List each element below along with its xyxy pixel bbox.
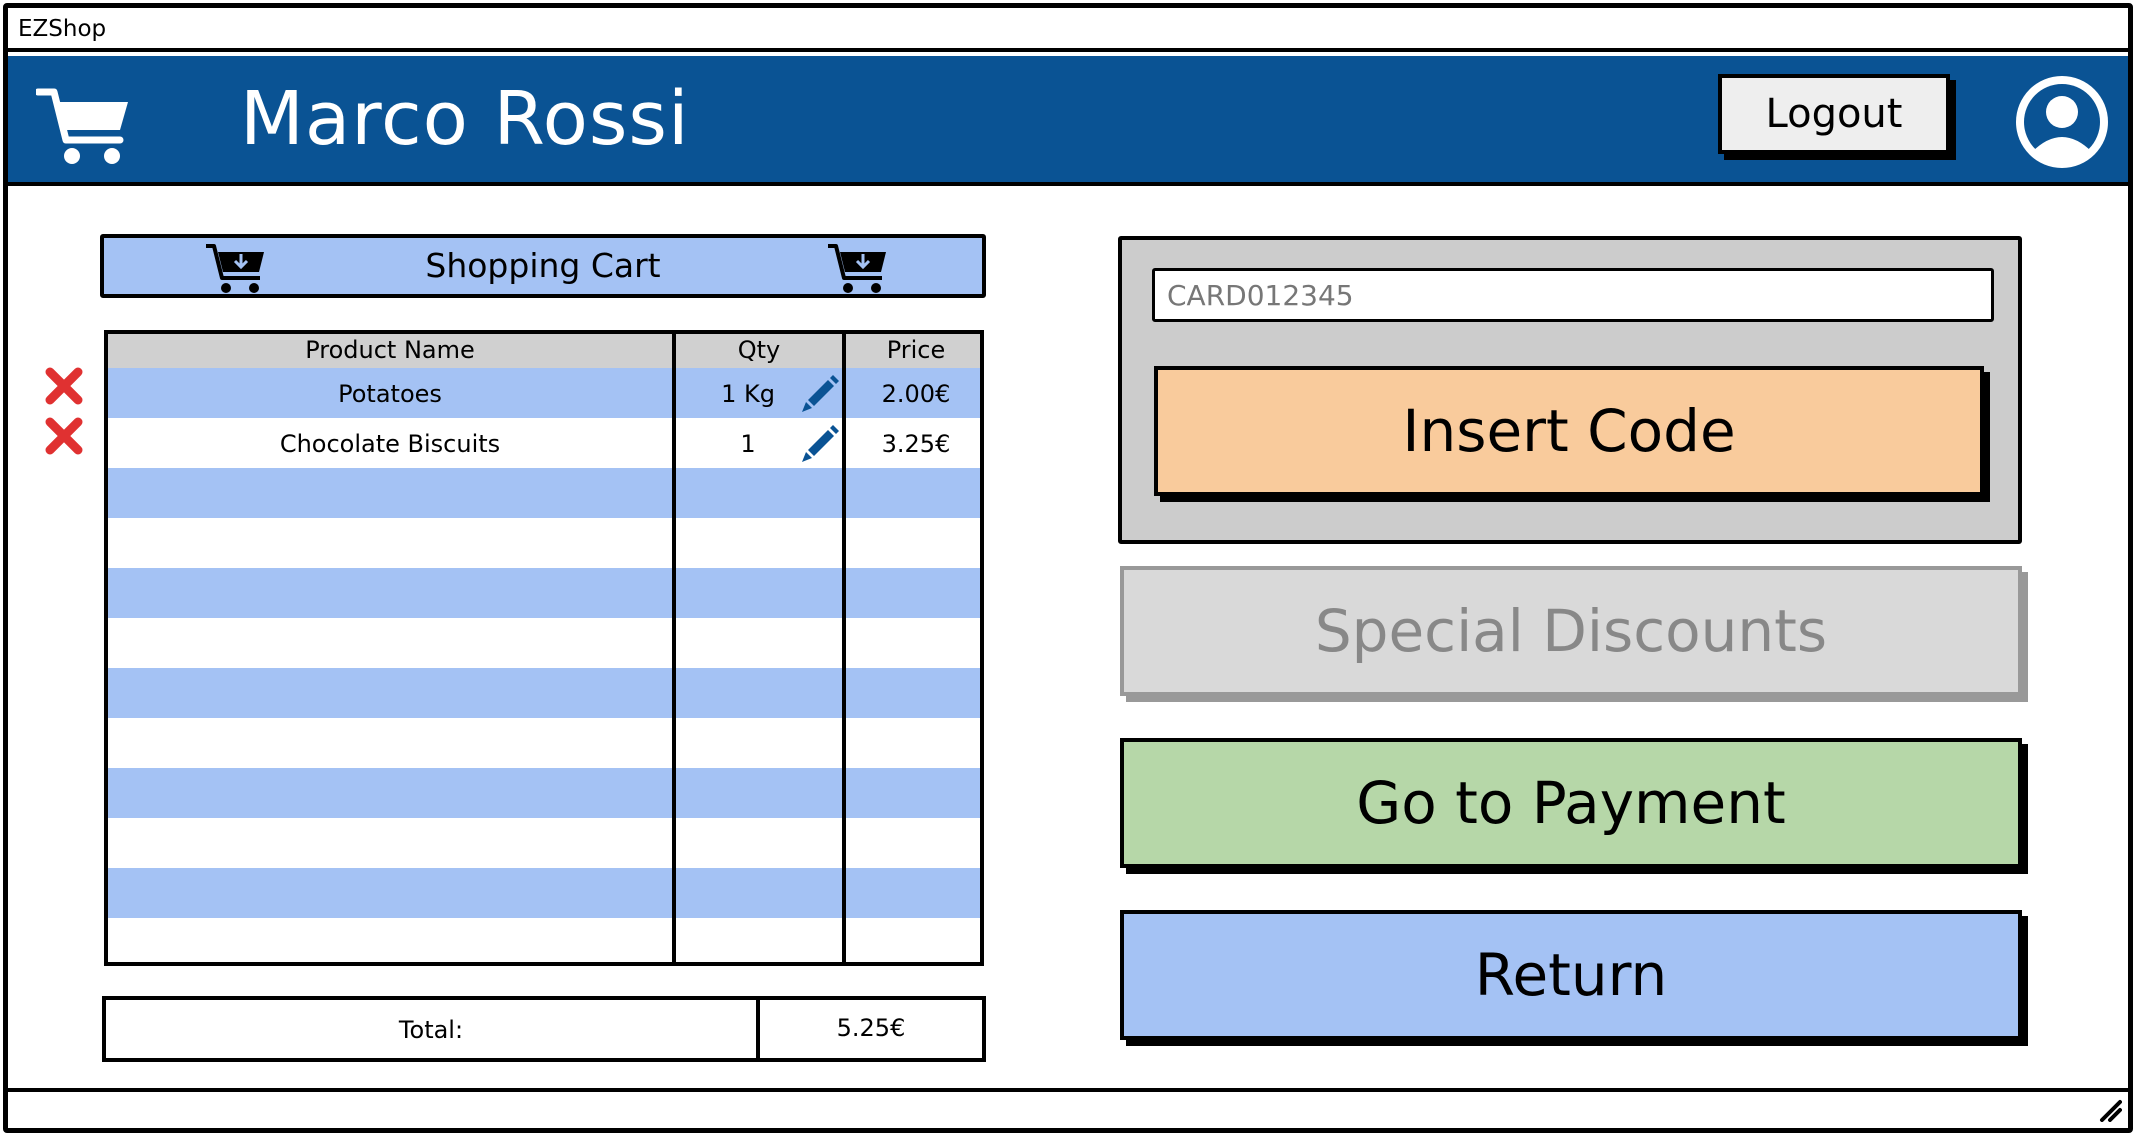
column-divider [672, 334, 676, 962]
total-value: 5.25€ [836, 1014, 906, 1042]
edit-pencil-icon[interactable] [798, 370, 842, 414]
resize-grip-icon[interactable] [2098, 1098, 2122, 1122]
app-window: EZShop Marco Rossi Logout Shopping Cart [3, 3, 2133, 1133]
column-header-product: Product Name [305, 336, 475, 364]
card-code-panel: CARD012345 Insert Code [1118, 236, 2022, 544]
return-button[interactable]: Return [1120, 910, 2022, 1040]
column-header-qty: Qty [737, 336, 781, 364]
table-row-empty [108, 468, 980, 518]
product-name: Potatoes [338, 380, 442, 408]
table-header: Product Name Qty Price [108, 334, 980, 368]
table-row[interactable]: Chocolate Biscuits 1 3.25€ [108, 418, 980, 468]
logout-button[interactable]: Logout [1718, 74, 1950, 154]
product-name: Chocolate Biscuits [279, 430, 501, 458]
column-divider [842, 334, 846, 962]
go-to-payment-button[interactable]: Go to Payment [1120, 738, 2022, 868]
table-row-empty [108, 818, 980, 868]
shopping-cart-header: Shopping Cart [100, 234, 986, 298]
table-row-empty [108, 718, 980, 768]
cart-download-icon [828, 244, 886, 293]
shopping-cart-icon [36, 88, 128, 164]
delete-item-icon[interactable] [44, 416, 84, 456]
table-row-empty [108, 918, 980, 962]
total-label: Total: [398, 1016, 464, 1044]
table-row-empty [108, 618, 980, 668]
column-header-price: Price [886, 336, 946, 364]
table-row-empty [108, 668, 980, 718]
total-bar: Total: 5.25€ [102, 996, 986, 1062]
user-avatar-icon[interactable] [2012, 72, 2112, 172]
table-row-empty [108, 518, 980, 568]
window-titlebar: EZShop [8, 8, 2128, 52]
table-row-empty [108, 568, 980, 618]
insert-code-button[interactable]: Insert Code [1154, 366, 1984, 496]
special-discounts-button: Special Discounts [1120, 566, 2022, 696]
window-title: EZShop [18, 16, 107, 42]
header-bar: Marco Rossi Logout [8, 56, 2128, 186]
table-row[interactable]: Potatoes 1 Kg 2.00€ [108, 368, 980, 418]
user-name: Marco Rossi [240, 76, 690, 162]
card-code-input[interactable]: CARD012345 [1152, 268, 1994, 322]
edit-pencil-icon[interactable] [798, 420, 842, 464]
product-qty: 1 Kg [721, 380, 775, 408]
delete-item-icon[interactable] [44, 366, 84, 406]
product-price: 3.25€ [881, 430, 951, 458]
cart-table: Product Name Qty Price Potatoes 1 Kg 2.0… [104, 330, 984, 966]
table-row-empty [108, 868, 980, 918]
status-bar [8, 1088, 2128, 1128]
product-qty: 1 [740, 430, 756, 458]
table-row-empty [108, 768, 980, 818]
product-price: 2.00€ [881, 380, 951, 408]
